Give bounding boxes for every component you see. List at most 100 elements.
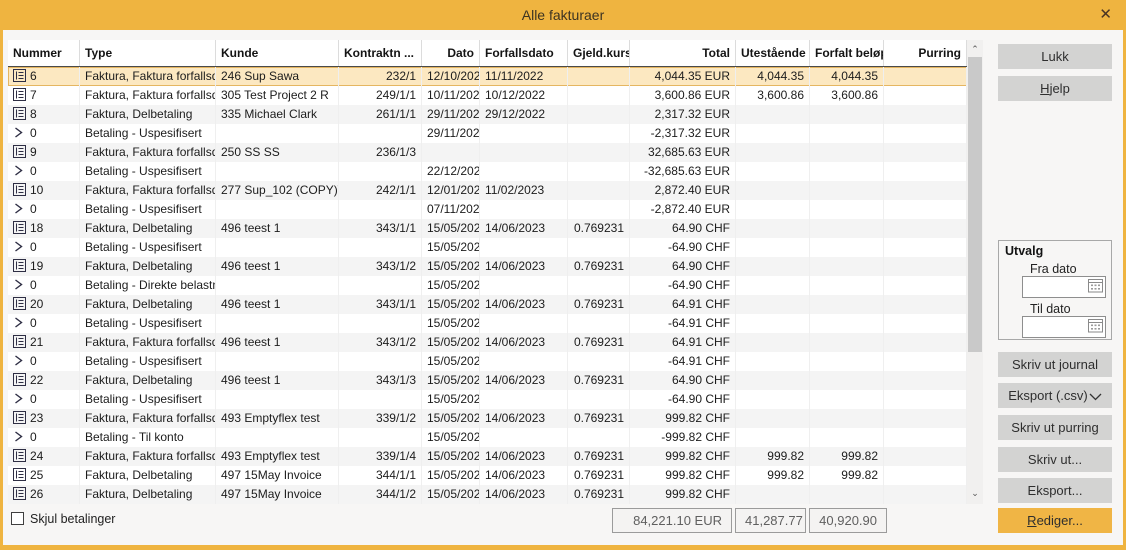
cell xyxy=(568,105,630,124)
print-reminder-button[interactable]: Skriv ut purring xyxy=(998,415,1112,440)
cell: 344/1/1 xyxy=(339,466,422,485)
cell xyxy=(736,333,810,352)
cell xyxy=(216,352,339,371)
help-button[interactable]: Hjelp xyxy=(998,76,1112,101)
column-header-4[interactable]: Dato xyxy=(422,40,480,66)
close-icon[interactable]: ✕ xyxy=(1099,0,1112,30)
cell xyxy=(884,86,967,105)
cell: 496 teest 1 xyxy=(216,333,339,352)
scroll-down-icon[interactable]: ⌄ xyxy=(967,486,983,502)
cell xyxy=(339,352,422,371)
column-header-9[interactable]: Forfalt beløp xyxy=(810,40,884,66)
close-button[interactable]: Lukk xyxy=(998,44,1112,69)
cell: 14/06/2023 xyxy=(480,447,568,466)
from-date-label: Fra dato xyxy=(1030,262,1077,276)
cell: 0.769231 xyxy=(568,466,630,485)
table-row[interactable]: 18 Faktura, Delbetaling 496 teest 1 343/1/1… xyxy=(8,219,967,238)
cell: 15/05/2023 xyxy=(422,219,480,238)
table-row[interactable]: 6 Faktura, Faktura forfallsda 246 Sup Sawa… xyxy=(8,67,967,86)
table-row[interactable]: 0 Betaling - Uspesifisert 29/11/2022 -2,317… xyxy=(8,124,967,143)
cell xyxy=(568,238,630,257)
column-header-1[interactable]: Type xyxy=(80,40,216,66)
print-button[interactable]: Skriv ut... xyxy=(998,447,1112,472)
hide-payments-checkbox[interactable] xyxy=(11,512,24,525)
cell: 3,600.86 xyxy=(810,86,884,105)
table-row[interactable]: 0 Betaling - Uspesifisert 15/05/2023 -64.91… xyxy=(8,314,967,333)
cell: 496 teest 1 xyxy=(216,257,339,276)
column-header-8[interactable]: Utestående xyxy=(736,40,810,66)
cell: 242/1/1 xyxy=(339,181,422,200)
cell: Faktura, Delbetaling xyxy=(80,466,216,485)
table-row[interactable]: 0 Betaling - Uspesifisert 07/11/2022 -2,872… xyxy=(8,200,967,219)
cell: Betaling - Direkte belastni xyxy=(80,276,216,295)
table-row[interactable]: 0 Betaling - Uspesifisert 15/05/2023 -64.90… xyxy=(8,238,967,257)
cell: 339/1/4 xyxy=(339,447,422,466)
table-row[interactable]: 20 Faktura, Delbetaling 496 teest 1 343/1/1… xyxy=(8,295,967,314)
payment-icon xyxy=(13,240,30,257)
table-row[interactable]: 19 Faktura, Delbetaling 496 teest 1 343/1/2… xyxy=(8,257,967,276)
cell: Faktura, Faktura forfallsda xyxy=(80,67,216,86)
column-header-7[interactable]: Total xyxy=(630,40,736,66)
table-row[interactable]: 22 Faktura, Delbetaling 496 teest 1 343/1/3… xyxy=(8,371,967,390)
calendar-icon[interactable] xyxy=(1086,318,1104,336)
cell: 9 xyxy=(8,143,80,162)
table-row[interactable]: 0 Betaling - Direkte belastni 15/05/2023 -6… xyxy=(8,276,967,295)
table-row[interactable]: 21 Faktura, Faktura forfallsda 496 teest 1… xyxy=(8,333,967,352)
table-row[interactable]: 24 Faktura, Faktura forfallsda 493 Emptyfl… xyxy=(8,447,967,466)
cell xyxy=(480,276,568,295)
table-row[interactable]: 26 Faktura, Delbetaling 497 15May Invoice 3… xyxy=(8,485,967,504)
table-row[interactable]: 0 Betaling - Uspesifisert 22/12/2022 -32,68… xyxy=(8,162,967,181)
cell: Faktura, Faktura forfallsda xyxy=(80,333,216,352)
table-row[interactable]: 0 Betaling - Uspesifisert 15/05/2023 -64.90… xyxy=(8,390,967,409)
table-row[interactable]: 23 Faktura, Faktura forfallsda 493 Emptyfl… xyxy=(8,409,967,428)
column-header-2[interactable]: Kunde xyxy=(216,40,339,66)
cell: -999.82 CHF xyxy=(630,428,736,447)
cell: Faktura, Delbetaling xyxy=(80,295,216,314)
export-button[interactable]: Eksport... xyxy=(998,478,1112,503)
cell xyxy=(810,371,884,390)
table-row[interactable]: 7 Faktura, Faktura forfallsda 305 Test Pro… xyxy=(8,86,967,105)
cell: 15/05/2023 xyxy=(422,485,480,504)
cell: 999.82 CHF xyxy=(630,409,736,428)
vertical-scrollbar[interactable]: ⌃ ⌄ xyxy=(967,40,983,504)
cell: 15/05/2023 xyxy=(422,314,480,333)
table-row[interactable]: 10 Faktura, Faktura forfallsda 277 Sup_102… xyxy=(8,181,967,200)
column-header-10[interactable]: Purring xyxy=(884,40,967,66)
payment-icon xyxy=(13,126,30,143)
cell: 8 xyxy=(8,105,80,124)
scrollbar-thumb[interactable] xyxy=(968,57,982,352)
cell: -32,685.63 EUR xyxy=(630,162,736,181)
cell: 15/05/2023 xyxy=(422,352,480,371)
cell: 11/11/2022 xyxy=(480,67,568,86)
cell: 15/05/2023 xyxy=(422,295,480,314)
cell xyxy=(884,238,967,257)
column-header-5[interactable]: Forfallsdato xyxy=(480,40,568,66)
table-row[interactable]: 9 Faktura, Faktura forfallsda 250 SS SS 236… xyxy=(8,143,967,162)
cell: Faktura, Delbetaling xyxy=(80,219,216,238)
cell xyxy=(480,314,568,333)
cell: 0 xyxy=(8,390,80,409)
export-csv-button[interactable]: Eksport (.csv) xyxy=(998,383,1112,408)
cell: 0 xyxy=(8,428,80,447)
column-header-0[interactable]: Nummer xyxy=(8,40,80,66)
column-header-6[interactable]: Gjeld.kurs xyxy=(568,40,630,66)
table-row[interactable]: 25 Faktura, Delbetaling 497 15May Invoice 3… xyxy=(8,466,967,485)
payment-icon xyxy=(13,430,30,447)
cell: -2,872.40 EUR xyxy=(630,200,736,219)
cell: -64.91 CHF xyxy=(630,314,736,333)
cell: 14/06/2023 xyxy=(480,295,568,314)
invoice-icon xyxy=(13,259,30,276)
print-journal-button[interactable]: Skriv ut journal xyxy=(998,352,1112,377)
table-row[interactable]: 0 Betaling - Uspesifisert 15/05/2023 -64.91… xyxy=(8,352,967,371)
cell xyxy=(568,181,630,200)
cell: 29/11/2022 xyxy=(422,105,480,124)
invoice-table: Nummer Type Kunde Kontraktn ... Dato Forfalls… xyxy=(8,40,983,504)
calendar-icon[interactable] xyxy=(1086,278,1104,296)
edit-button[interactable]: Rediger... xyxy=(998,508,1112,533)
cell: 343/1/1 xyxy=(339,295,422,314)
table-row[interactable]: 8 Faktura, Delbetaling 335 Michael Clark 26… xyxy=(8,105,967,124)
column-header-3[interactable]: Kontraktn ... xyxy=(339,40,422,66)
scroll-up-icon[interactable]: ⌃ xyxy=(967,42,983,58)
cell: 496 teest 1 xyxy=(216,371,339,390)
table-row[interactable]: 0 Betaling - Til konto 15/05/2023 -999.82 C… xyxy=(8,428,967,447)
